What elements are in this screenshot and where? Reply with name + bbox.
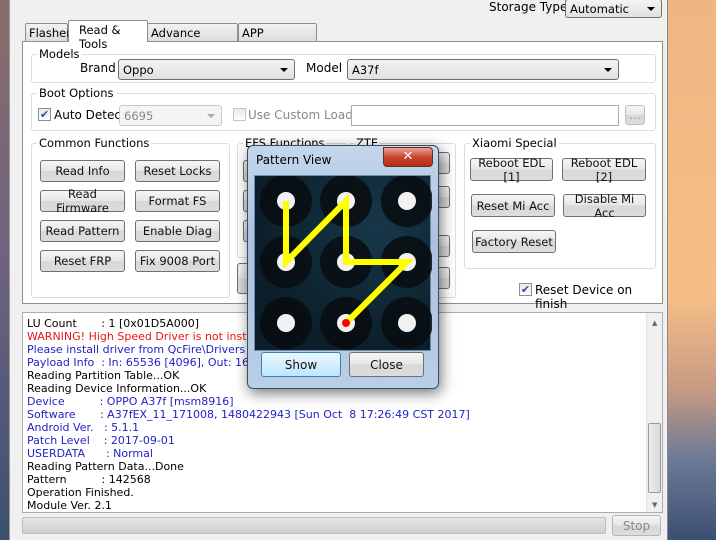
close-button[interactable]: Close (349, 352, 424, 377)
brand-select[interactable]: Oppo (118, 59, 295, 80)
read-firmware-button[interactable]: Read Firmware (40, 187, 125, 215)
models-group-title: Models (37, 47, 82, 61)
log-line: Module Ver. 2.1 (27, 499, 112, 512)
pattern-pad (254, 175, 433, 351)
reset-frp-button[interactable]: Reset FRP (40, 250, 125, 272)
scroll-down-icon[interactable]: ▼ (650, 499, 657, 512)
reset-on-finish-checkbox[interactable]: ✔ (519, 283, 532, 296)
model-select[interactable]: A37f (347, 59, 619, 80)
scroll-up-icon[interactable]: ▲ (650, 317, 657, 330)
tab-advance-flasher[interactable]: Advance Flasher (147, 23, 238, 54)
read-pattern-button[interactable]: Read Pattern (40, 220, 125, 242)
log-line: Operation Finished. (27, 486, 134, 499)
tab-app-converter[interactable]: APP Converter (238, 23, 317, 54)
brand-value: Oppo (123, 62, 154, 77)
desktop-wallpaper-left (0, 0, 9, 540)
progress-bar (22, 517, 606, 534)
chevron-down-icon (647, 6, 655, 11)
custom-loader-path-input[interactable] (351, 105, 619, 126)
log-scrollbar[interactable]: ▲ ▼ (646, 313, 662, 512)
browse-button[interactable]: ... (625, 105, 645, 125)
log-line: Software : A37fEX_11_171008, 1480422943 … (27, 408, 470, 421)
dialog-title: Pattern View (256, 153, 332, 167)
log-line: Android Ver. : 5.1.1 (27, 421, 140, 434)
model-label: Model (306, 61, 343, 75)
pattern-end-dot (342, 319, 350, 327)
auto-detect-checkbox[interactable]: ✔ (38, 108, 51, 121)
model-value: A37f (352, 62, 379, 77)
pattern-view-dialog: Pattern View ✕ Show Close (247, 145, 439, 389)
stop-button[interactable]: Stop (612, 515, 661, 536)
tab-read-tools[interactable]: Read & Tools (68, 20, 148, 51)
loader-select[interactable]: 6695 (119, 105, 222, 126)
chevron-down-icon (604, 67, 612, 72)
loader-value: 6695 (124, 108, 154, 123)
storage-type-label: Storage Type (489, 0, 568, 14)
custom-loader-checkbox[interactable] (233, 108, 246, 121)
pattern-node-9 (398, 314, 416, 332)
storage-type-select[interactable]: Automatic (565, 0, 662, 18)
pattern-svg (260, 175, 433, 349)
log-line: Pattern : 142568 (27, 473, 151, 486)
scrollbar-thumb[interactable] (648, 423, 661, 493)
fix-9008-port-button[interactable]: Fix 9008 Port (135, 250, 220, 272)
chevron-down-icon (280, 67, 288, 72)
enable-diag-button[interactable]: Enable Diag (135, 220, 220, 242)
storage-type-value: Automatic (570, 1, 629, 16)
pattern-node-7 (277, 314, 295, 332)
reset-on-finish-label: Reset Device on finish (535, 283, 633, 311)
read-info-button[interactable]: Read Info (40, 160, 125, 182)
pattern-node-3 (398, 192, 416, 210)
factory-reset-button[interactable]: Factory Reset (472, 230, 556, 253)
reboot-edl-2-button[interactable]: Reboot EDL [2] (562, 156, 646, 184)
common-functions-title: Common Functions (37, 136, 152, 150)
reset-mi-acc-button[interactable]: Reset Mi Acc (471, 194, 555, 217)
log-line: Reading Pattern Data...Done (27, 460, 184, 473)
disable-mi-acc-button[interactable]: Disable Mi Acc (563, 192, 646, 220)
format-fs-button[interactable]: Format FS (135, 190, 220, 212)
log-line: Device : OPPO A37f [msm8916] (27, 395, 234, 408)
reboot-edl-1-button[interactable]: Reboot EDL [1] (470, 156, 553, 184)
close-x-icon[interactable]: ✕ (383, 147, 433, 167)
log-line: Patch Level : 2017-09-01 (27, 434, 175, 447)
chevron-down-icon (207, 113, 215, 118)
auto-detect-label: Auto Detect (54, 108, 126, 122)
log-line: USERDATA : Normal (27, 447, 153, 460)
xiaomi-special-title: Xiaomi Special (470, 136, 559, 150)
show-button[interactable]: Show (261, 352, 341, 377)
desktop-wallpaper-right (668, 0, 716, 540)
boot-options-title: Boot Options (37, 86, 116, 100)
tab-flasher[interactable]: Flasher (25, 23, 71, 42)
brand-label: Brand (80, 61, 116, 75)
reset-locks-button[interactable]: Reset Locks (135, 160, 220, 182)
custom-loader-label: Use Custom Loader (248, 108, 366, 122)
